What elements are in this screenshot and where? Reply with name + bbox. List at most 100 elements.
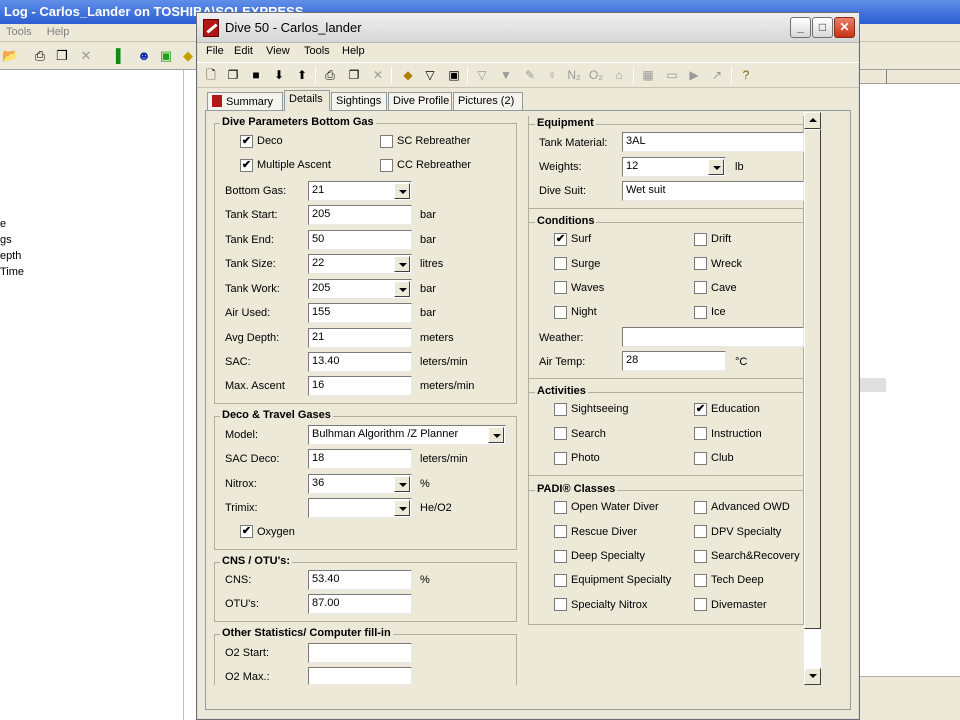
filter-icon[interactable]: ▽ xyxy=(421,66,439,84)
print-icon[interactable]: ⎙ xyxy=(32,48,48,64)
fish-icon[interactable]: ◆ xyxy=(180,48,196,64)
night-checkbox[interactable] xyxy=(554,306,567,319)
weights-select[interactable]: 12 xyxy=(622,157,726,177)
chevron-down-icon[interactable] xyxy=(394,476,410,492)
scroll-up-icon[interactable] xyxy=(804,112,821,129)
tab-dive-profile[interactable]: Dive Profile xyxy=(388,92,452,110)
surf-checkbox[interactable]: ✔ xyxy=(554,233,567,246)
tab-pictures[interactable]: Pictures (2) xyxy=(453,92,523,110)
duplicate-icon[interactable]: ❐ xyxy=(345,66,363,84)
play-icon[interactable]: ▶ xyxy=(685,66,703,84)
photo-checkbox[interactable] xyxy=(554,452,567,465)
move-down-icon[interactable]: ⬇ xyxy=(270,66,288,84)
club-checkbox[interactable] xyxy=(694,452,707,465)
chart-icon[interactable]: ▐ xyxy=(108,48,124,64)
move-up-icon[interactable]: ⬆ xyxy=(293,66,311,84)
search-recovery-checkbox[interactable] xyxy=(694,550,707,563)
background-menu-help[interactable]: Help xyxy=(41,24,76,40)
divemaster-checkbox[interactable] xyxy=(694,598,707,611)
vertical-scrollbar[interactable] xyxy=(804,112,821,685)
diver-disabled-icon[interactable]: ♀ xyxy=(543,66,561,84)
air-temp-input[interactable]: 28 xyxy=(622,351,726,371)
map-icon[interactable]: ▣ xyxy=(158,48,174,64)
otu-input[interactable]: 87.00 xyxy=(308,594,412,614)
tank-work-select[interactable]: 205 xyxy=(308,279,412,299)
education-checkbox[interactable]: ✔ xyxy=(694,403,707,416)
tree-item[interactable]: epth xyxy=(0,250,21,262)
specialty-nitrox-checkbox[interactable] xyxy=(554,598,567,611)
rescue-diver-checkbox[interactable] xyxy=(554,525,567,538)
air-used-input[interactable]: 155 xyxy=(308,303,412,323)
sac-deco-input[interactable]: 18 xyxy=(308,449,412,469)
chevron-down-icon[interactable] xyxy=(394,500,410,516)
o2-max-input[interactable] xyxy=(308,667,412,685)
tank-icon[interactable]: ⌂ xyxy=(610,66,628,84)
window-titlebar[interactable]: Dive 50 - Carlos_lander _ □ ✕ xyxy=(197,13,859,43)
minimize-button[interactable]: _ xyxy=(790,17,811,38)
tech-deep-checkbox[interactable] xyxy=(694,574,707,587)
background-menu-tools[interactable]: Tools xyxy=(0,24,38,40)
cc-rebreather-checkbox[interactable] xyxy=(380,159,393,172)
copy-icon[interactable]: ❐ xyxy=(54,48,70,64)
trimix-select[interactable] xyxy=(308,498,412,518)
bottom-gas-select[interactable]: 21 xyxy=(308,181,412,201)
tree-item[interactable]: e xyxy=(0,218,6,230)
menu-help[interactable]: Help xyxy=(342,45,365,57)
tank-material-input[interactable]: 3AL xyxy=(622,132,804,152)
cave-checkbox[interactable] xyxy=(694,281,707,294)
oxygen-checkbox[interactable]: ✔ xyxy=(240,525,253,538)
equipment-specialty-checkbox[interactable] xyxy=(554,574,567,587)
maximize-button[interactable]: □ xyxy=(812,17,833,38)
avg-depth-input[interactable]: 21 xyxy=(308,328,412,348)
open-folder-icon[interactable]: 📂 xyxy=(2,48,18,64)
grid-icon[interactable]: ▦ xyxy=(639,66,657,84)
tab-details[interactable]: Details xyxy=(284,90,330,111)
oxygen-icon[interactable]: O₂ xyxy=(587,66,605,84)
copy-icon[interactable]: ❐ xyxy=(224,66,242,84)
close-button[interactable]: ✕ xyxy=(834,17,855,38)
chevron-down-icon[interactable] xyxy=(394,281,410,297)
dpv-specialty-checkbox[interactable] xyxy=(694,525,707,538)
instruction-checkbox[interactable] xyxy=(694,427,707,440)
ice-checkbox[interactable] xyxy=(694,306,707,319)
delete-icon[interactable]: ✕ xyxy=(369,66,387,84)
chevron-down-icon[interactable] xyxy=(708,159,724,175)
delete-icon[interactable]: ✕ xyxy=(78,48,94,64)
user-icon[interactable]: ☻ xyxy=(136,48,152,64)
tree-item[interactable]: Time xyxy=(0,266,24,278)
chevron-down-icon[interactable] xyxy=(488,427,504,443)
export-icon[interactable]: ↗ xyxy=(708,66,726,84)
chevron-down-icon[interactable] xyxy=(394,256,410,272)
menu-file[interactable]: File xyxy=(206,45,224,57)
tree-item[interactable]: gs xyxy=(0,234,12,246)
filter2-disabled-icon[interactable]: ▼ xyxy=(497,66,515,84)
tank-start-input[interactable]: 205 xyxy=(308,205,412,225)
tank-end-input[interactable]: 50 xyxy=(308,230,412,250)
menu-edit[interactable]: Edit xyxy=(234,45,253,57)
scroll-down-icon[interactable] xyxy=(804,668,821,685)
scrollbar-thumb[interactable] xyxy=(804,129,821,629)
o2-start-input[interactable] xyxy=(308,643,412,663)
new-icon[interactable]: 🗋 xyxy=(202,66,220,84)
open-water-diver-checkbox[interactable] xyxy=(554,501,567,514)
tab-summary[interactable]: Summary xyxy=(207,92,283,110)
multiple-ascent-checkbox[interactable]: ✔ xyxy=(240,159,253,172)
camera-icon[interactable]: ▣ xyxy=(445,66,463,84)
edit-disabled-icon[interactable]: ✎ xyxy=(521,66,539,84)
chevron-down-icon[interactable] xyxy=(394,183,410,199)
deco-checkbox[interactable]: ✔ xyxy=(240,135,253,148)
surge-checkbox[interactable] xyxy=(554,257,567,270)
help-icon[interactable]: ? xyxy=(737,66,755,84)
tank-size-select[interactable]: 22 xyxy=(308,254,412,274)
weather-input[interactable] xyxy=(622,327,804,347)
dive-suit-input[interactable]: Wet suit xyxy=(622,181,804,201)
menu-tools[interactable]: Tools xyxy=(304,45,330,57)
max-ascent-input[interactable]: 16 xyxy=(308,376,412,396)
sac-input[interactable]: 13.40 xyxy=(308,352,412,372)
deep-specialty-checkbox[interactable] xyxy=(554,550,567,563)
tab-sightings[interactable]: Sightings xyxy=(331,92,387,110)
cns-input[interactable]: 53.40 xyxy=(308,570,412,590)
search-checkbox[interactable] xyxy=(554,427,567,440)
print-icon[interactable]: ⎙ xyxy=(321,66,339,84)
filter-disabled-icon[interactable]: ▽ xyxy=(473,66,491,84)
